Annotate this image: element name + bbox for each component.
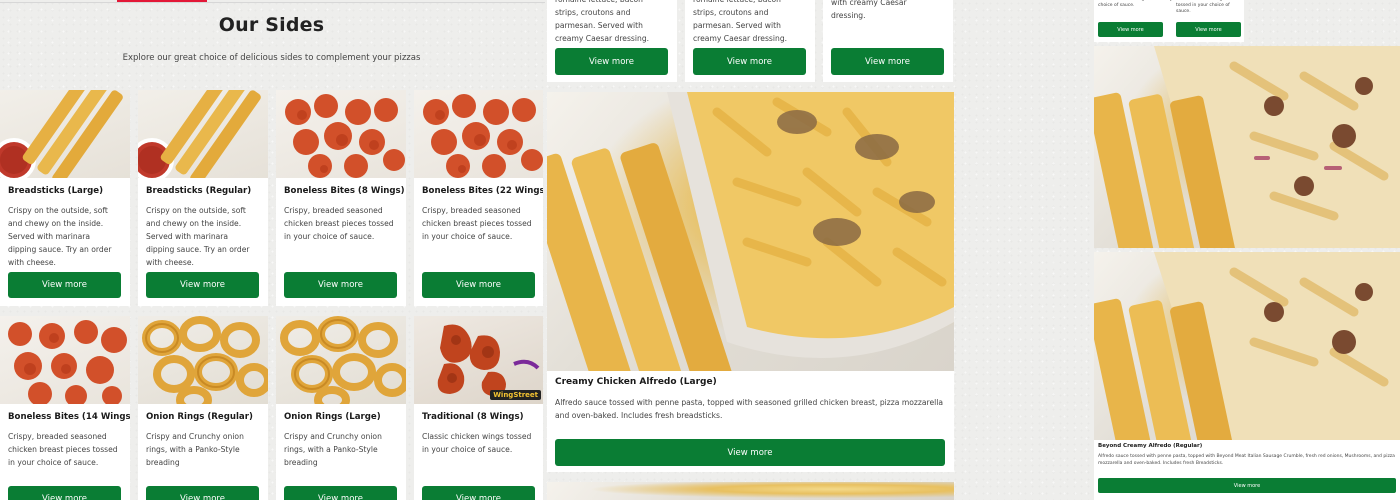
product-image-card[interactable] (1094, 46, 1400, 248)
view-more-button[interactable]: View more (8, 272, 121, 298)
product-card[interactable]: Breadsticks (Regular) Crispy on the outs… (138, 90, 268, 306)
view-more-button[interactable]: View more (422, 272, 535, 298)
boneless-bites-image (276, 90, 406, 178)
product-name: Traditional (8 Wings) (422, 412, 524, 422)
divider (0, 2, 545, 3)
product-description: Crispy, breaded seasoned chicken breast … (8, 432, 118, 467)
product-description: Classic chicken wings tossed in your cho… (1176, 0, 1230, 14)
product-name: Breadsticks (Regular) (146, 186, 252, 196)
product-description: Crispy on the outside, soft and chewy on… (8, 206, 112, 267)
product-name: Boneless Bites (14 Wings) (8, 412, 130, 422)
view-more-button[interactable]: View more (8, 486, 121, 500)
product-description: with creamy Caesar dressing. (831, 0, 907, 20)
view-more-button[interactable]: View more (422, 486, 535, 500)
product-card[interactable]: romaine lettuce, bacon strips, croutons … (685, 0, 815, 82)
product-description: Classic chicken wings tossed in your cho… (1098, 0, 1180, 8)
pasta-image (547, 482, 954, 500)
view-more-button[interactable]: View more (555, 48, 668, 75)
view-more-button[interactable]: View more (555, 439, 945, 466)
view-more-button[interactable]: View more (146, 272, 259, 298)
product-description: Crispy and Crunchy onion rings, with a P… (284, 432, 382, 467)
product-description: Crispy, breaded seasoned chicken breast … (422, 206, 532, 241)
view-more-button[interactable]: View more (1098, 22, 1163, 37)
view-more-button[interactable]: View more (1098, 478, 1396, 493)
boneless-bites-image (414, 90, 543, 178)
product-name: Creamy Chicken Alfredo (Large) (555, 377, 717, 387)
product-description: Crispy, breaded seasoned chicken breast … (284, 206, 394, 241)
product-card[interactable]: Onion Rings (Large) Crispy and Crunchy o… (276, 316, 406, 500)
product-description: Alfredo sauce tossed with penne pasta, t… (1098, 454, 1395, 466)
product-card[interactable]: romaine lettuce, bacon strips, croutons … (547, 0, 677, 82)
product-name: Onion Rings (Regular) (146, 412, 253, 422)
beyond-alfredo-image (1094, 46, 1400, 248)
product-name: Breadsticks (Large) (8, 186, 104, 196)
creamy-chicken-alfredo-image (547, 92, 954, 411)
view-more-button[interactable]: View more (831, 48, 944, 75)
product-card[interactable]: Beyond Creamy Alfredo (Regular) Alfredo … (1094, 252, 1400, 500)
product-description: Crispy and Crunchy onion rings, with a P… (146, 432, 244, 467)
product-description: Crispy on the outside, soft and chewy on… (146, 206, 250, 267)
view-more-button[interactable]: View more (146, 486, 259, 500)
product-description: romaine lettuce, bacon strips, croutons … (693, 0, 788, 43)
onion-rings-image (138, 316, 268, 414)
breadsticks-image (0, 90, 130, 185)
product-card[interactable]: WingStreet Traditional (8 Wings) Classic… (414, 316, 543, 500)
product-card[interactable]: Boneless Bites (22 Wings) Crispy, breade… (414, 90, 543, 306)
beyond-alfredo-image (1094, 252, 1400, 484)
breadsticks-image (138, 90, 268, 185)
product-card[interactable]: Breadsticks (Large) Crispy on the outsid… (0, 90, 130, 306)
wingstreet-logo: WingStreet (490, 390, 541, 400)
product-card[interactable]: with creamy Caesar dressing. View more (823, 0, 953, 82)
boneless-bites-image (0, 316, 130, 407)
view-more-button[interactable]: View more (693, 48, 806, 75)
view-more-button[interactable]: View more (284, 272, 397, 298)
product-card[interactable]: Classic chicken wings tossed in your cho… (1094, 0, 1244, 42)
featured-product-card[interactable]: Creamy Chicken Alfredo (Large) Alfredo s… (547, 92, 954, 472)
page-title: Our Sides (218, 14, 325, 36)
product-name: Boneless Bites (22 Wings) (422, 186, 543, 196)
product-name: Onion Rings (Large) (284, 412, 381, 422)
product-description: romaine lettuce, bacon strips, croutons … (555, 0, 650, 43)
view-more-button[interactable]: View more (1176, 22, 1241, 37)
product-description: Classic chicken wings tossed in your cho… (422, 432, 532, 454)
product-name: Beyond Creamy Alfredo (Regular) (1098, 443, 1203, 449)
view-more-button[interactable]: View more (284, 486, 397, 500)
page-subtitle: Explore our great choice of delicious si… (122, 53, 421, 63)
product-card[interactable]: Onion Rings (Regular) Crispy and Crunchy… (138, 316, 268, 500)
onion-rings-image (276, 316, 406, 414)
product-card (547, 482, 954, 500)
product-card[interactable]: Boneless Bites (14 Wings) Crispy, breade… (0, 316, 130, 500)
product-description: Alfredo sauce tossed with penne pasta, t… (555, 398, 943, 420)
product-card[interactable]: Boneless Bites (8 Wings) Crispy, breaded… (276, 90, 406, 306)
product-name: Boneless Bites (8 Wings) (284, 186, 405, 196)
